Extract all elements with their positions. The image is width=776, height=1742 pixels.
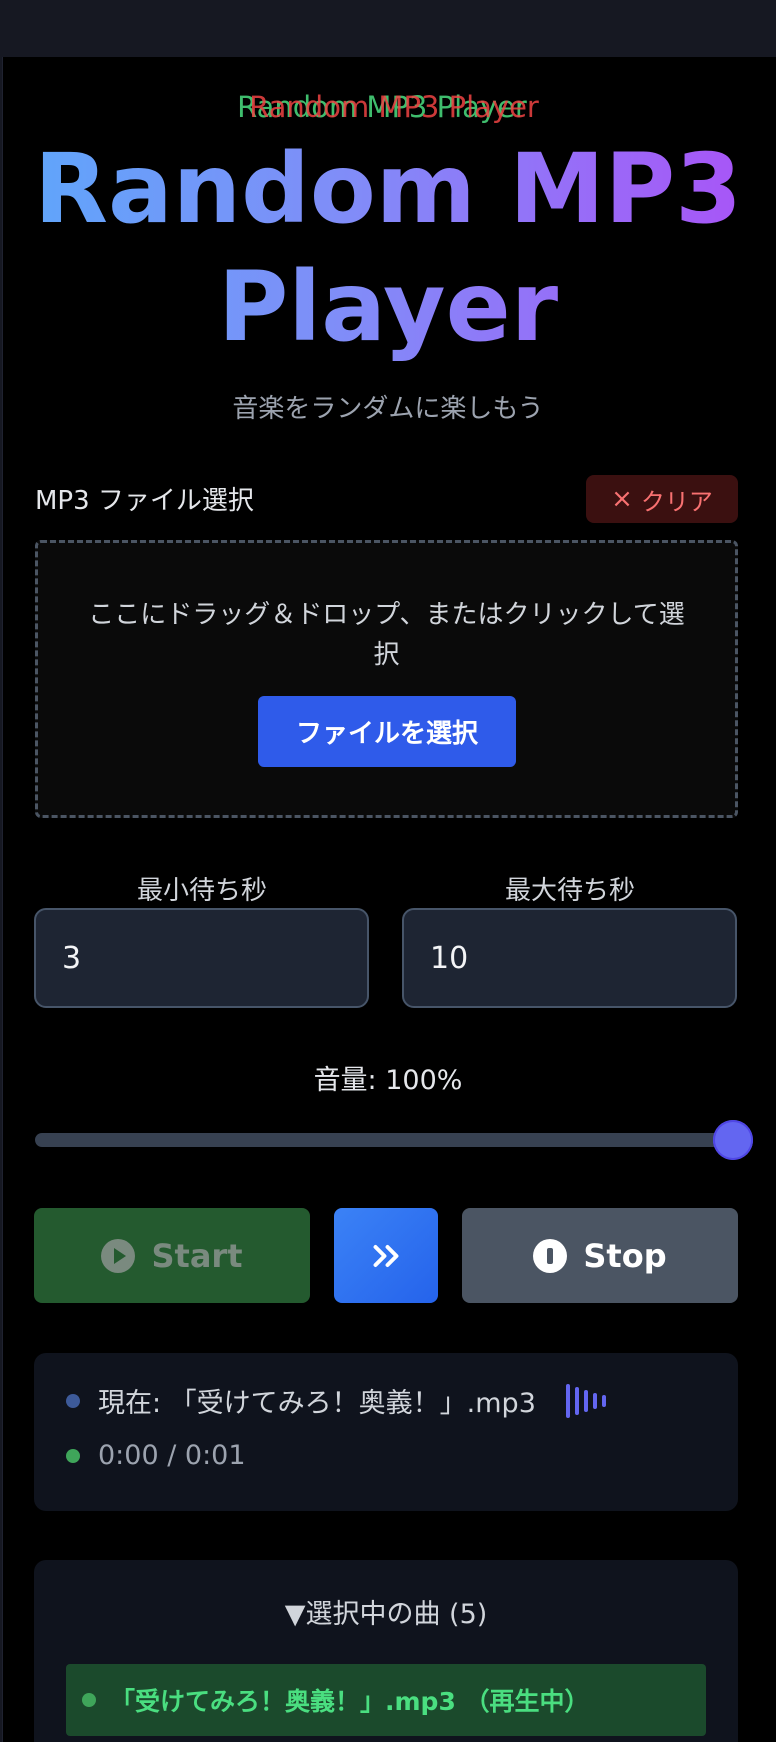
volume-slider-track[interactable]	[35, 1133, 735, 1147]
playlist-toggle[interactable]: ▼選択中の曲 (5)	[34, 1592, 738, 1631]
page-title: Random MP3 Player	[30, 130, 746, 366]
close-icon: ×	[611, 484, 633, 514]
skip-button[interactable]	[334, 1208, 438, 1303]
time-dot-icon	[66, 1448, 80, 1463]
page-subtitle: 音楽をランダムに楽しもう	[232, 394, 544, 424]
status-panel: 現在: 「受けてみろ！奥義！」.mp3 0:00 / 0:01	[34, 1353, 738, 1511]
dropzone-text: ここにドラッグ＆ドロップ、またはクリックして選択	[88, 600, 685, 670]
overlay-title-red: Random MP3 Player	[249, 90, 539, 124]
stop-button-label: Stop	[583, 1236, 667, 1275]
playlist-item[interactable]: 「受けてみろ！奥義！」.mp3 （再生中）	[66, 1664, 706, 1736]
now-playing-row: 現在: 「受けてみろ！奥義！」.mp3	[66, 1381, 606, 1420]
playlist-item-label: 「受けてみろ！奥義！」.mp3 （再生中）	[110, 1687, 590, 1716]
fast-forward-icon	[373, 1244, 399, 1267]
stop-button[interactable]: Stop	[462, 1208, 738, 1303]
playing-dot-icon	[82, 1693, 96, 1707]
now-playing-text: 現在: 「受けてみろ！奥義！」.mp3	[98, 1388, 536, 1419]
status-dot-icon	[66, 1393, 80, 1408]
volume-slider-thumb[interactable]	[713, 1120, 753, 1160]
start-button-label: Start	[151, 1236, 243, 1275]
equalizer-icon	[565, 1383, 606, 1418]
stop-icon	[533, 1238, 568, 1273]
clear-button[interactable]: × クリア	[586, 475, 738, 523]
min-wait-input[interactable]: 3	[34, 908, 369, 1008]
max-wait-input[interactable]: 10	[402, 908, 737, 1008]
top-bar	[0, 0, 776, 57]
volume-label: 音量: 100%	[313, 1065, 463, 1096]
playlist-panel: ▼選択中の曲 (5) 「受けてみろ！奥義！」.mp3 （再生中）	[34, 1560, 738, 1742]
max-wait-label: 最大待ち秒	[504, 876, 635, 906]
clear-button-label: クリア	[640, 487, 713, 516]
min-wait-label: 最小待ち秒	[136, 876, 267, 906]
file-section-label: MP3 ファイル選択	[35, 486, 254, 516]
time-row: 0:00 / 0:01	[66, 1440, 246, 1471]
playback-time: 0:00 / 0:01	[98, 1440, 246, 1471]
start-button[interactable]: Start	[34, 1208, 310, 1303]
play-icon	[101, 1238, 136, 1273]
select-file-button[interactable]: ファイルを選択	[258, 696, 516, 767]
file-dropzone[interactable]: ここにドラッグ＆ドロップ、またはクリックして選択 ファイルを選択	[35, 540, 738, 818]
